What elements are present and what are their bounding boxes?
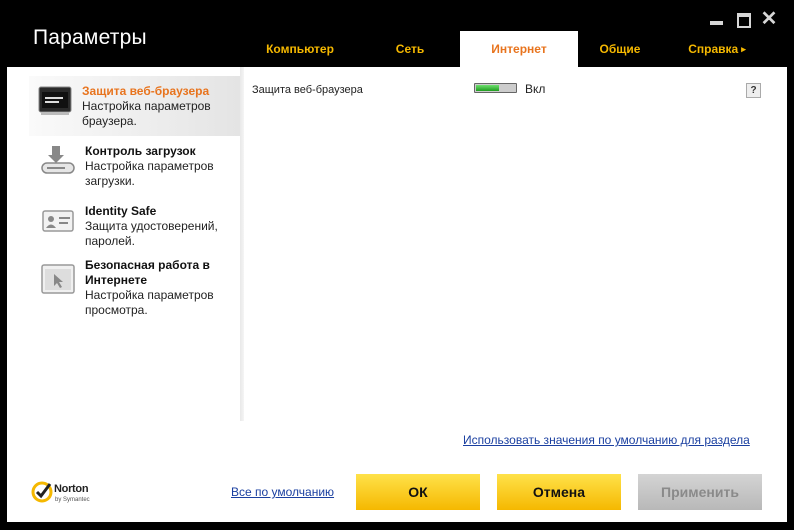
download-icon [40,144,76,176]
toggle-state-label: Вкл [525,82,546,96]
window-title: Параметры [33,26,147,49]
apply-button[interactable]: Применить [638,474,762,510]
norton-check-icon [31,481,53,503]
tab-bar: Компьютер Сеть Интернет Общие Справка ▸ [240,31,772,67]
sidebar-item-browser-protection[interactable]: Защита веб-браузера Настройка параметров… [29,76,240,136]
main-panel: Защита веб-браузера Вкл ? [252,67,787,421]
reset-section-link[interactable]: Использовать значения по умолчанию для р… [463,433,750,447]
tab-network[interactable]: Сеть [360,31,460,67]
sidebar-item-desc: Настройка параметров загрузки. [85,159,214,188]
sidebar-item-desc: Настройка параметров просмотра. [85,288,214,317]
settings-window: Параметры ✕ Компьютер Сеть Интернет Общи… [0,0,794,530]
sidebar-item-desc: Настройка параметров браузера. [82,99,211,128]
tab-internet[interactable]: Интернет [460,31,578,67]
logo-text: Norton [54,483,89,495]
sidebar-item-title: Контроль загрузок [85,144,196,158]
content-panel: Защита веб-браузера Настройка параметров… [7,67,787,522]
sidebar: Защита веб-браузера Настройка параметров… [7,67,244,421]
chevron-right-icon: ▸ [741,43,746,54]
minimize-icon[interactable] [708,10,726,28]
logo-subtext: by Symantec [55,497,90,503]
sidebar-item-title: Безопасная работа в Интернете [85,258,210,287]
norton-logo: Norton by Symantec [31,479,121,509]
safe-browsing-icon [40,262,76,294]
on-off-toggle[interactable] [474,83,517,93]
help-icon[interactable]: ? [746,83,761,98]
tab-general[interactable]: Общие [578,31,662,67]
toggle-fill [476,85,499,91]
tab-help[interactable]: Справка ▸ [662,31,772,67]
maximize-icon[interactable] [735,10,753,28]
sidebar-item-desc: Защита удостоверений, паролей. [85,219,218,248]
close-icon[interactable]: ✕ [760,9,778,29]
id-card-icon [40,204,76,236]
reset-all-link[interactable]: Все по умолчанию [231,485,334,499]
tab-computer[interactable]: Компьютер [240,31,360,67]
sidebar-item-downloads[interactable]: Контроль загрузок Настройка параметров з… [32,136,240,196]
cancel-button[interactable]: Отмена [497,474,621,510]
setting-label: Защита веб-браузера [252,84,363,96]
browser-protection-icon [37,84,73,116]
sidebar-item-identity-safe[interactable]: Identity Safe Защита удостоверений, паро… [32,196,240,256]
ok-button[interactable]: ОК [356,474,480,510]
sidebar-item-title: Identity Safe [85,204,157,218]
sidebar-divider [240,67,244,421]
sidebar-item-title: Защита веб-браузера [82,84,210,98]
sidebar-item-safe-browsing[interactable]: Безопасная работа в Интернете Настройка … [32,256,240,320]
